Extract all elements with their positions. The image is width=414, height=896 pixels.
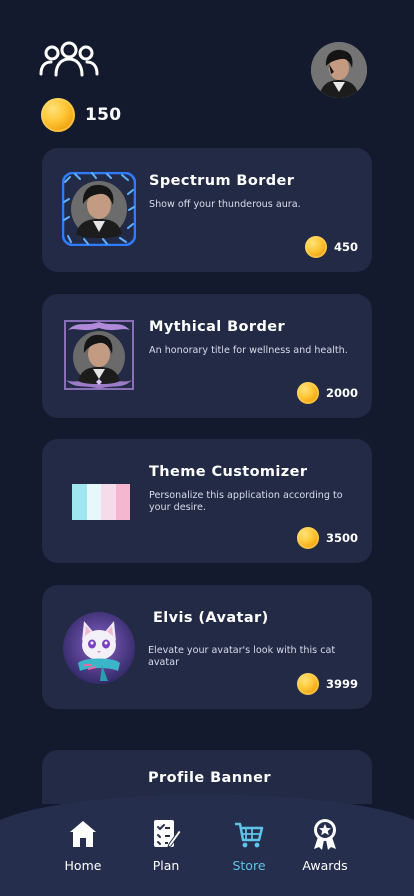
item-price[interactable]: 3999 bbox=[296, 673, 358, 695]
store-screen: 150 Spectrum Border Show off your thunde… bbox=[0, 0, 414, 896]
award-icon bbox=[314, 819, 336, 850]
coin-icon bbox=[296, 673, 319, 695]
swatch-color bbox=[115, 484, 130, 520]
item-price-value: 3999 bbox=[325, 677, 358, 691]
swatch-color bbox=[72, 484, 87, 520]
item-price[interactable]: 450 bbox=[304, 236, 358, 258]
item-price-value: 450 bbox=[333, 240, 358, 254]
nav-label: Awards bbox=[302, 858, 348, 873]
item-title: Mythical Border bbox=[149, 319, 286, 335]
swatch-color bbox=[86, 484, 101, 520]
nav-label: Store bbox=[232, 858, 266, 873]
item-price[interactable]: 2000 bbox=[296, 382, 358, 404]
swatch-color bbox=[101, 484, 116, 520]
nav-home[interactable]: Home bbox=[50, 818, 116, 876]
coin-balance-value: 150 bbox=[85, 105, 122, 125]
store-items-list[interactable]: Spectrum Border Show off your thunderous… bbox=[42, 148, 372, 804]
item-title: Elvis (Avatar) bbox=[153, 610, 269, 626]
mythical-border-avatar bbox=[62, 318, 136, 392]
coin-icon bbox=[296, 382, 319, 404]
coin-icon bbox=[304, 236, 327, 258]
item-price[interactable]: 3500 bbox=[296, 527, 358, 549]
item-title: Spectrum Border bbox=[149, 173, 295, 189]
coin-icon bbox=[296, 527, 319, 549]
store-item-card[interactable]: Spectrum Border Show off your thunderous… bbox=[42, 148, 372, 272]
nav-label: Plan bbox=[152, 858, 180, 873]
plan-icon bbox=[154, 820, 181, 848]
group-icon[interactable] bbox=[38, 40, 100, 78]
item-description: Show off your thunderous aura. bbox=[149, 199, 301, 210]
item-title: Theme Customizer bbox=[149, 464, 308, 480]
nav-awards[interactable]: Awards bbox=[292, 818, 358, 876]
profile-avatar[interactable] bbox=[311, 42, 367, 98]
store-item-card[interactable]: Elvis (Avatar) Elevate your avatar's loo… bbox=[42, 585, 372, 709]
item-price-value: 3500 bbox=[325, 531, 358, 545]
item-description: Elevate your avatar's look with this cat… bbox=[148, 645, 336, 668]
theme-swatch bbox=[72, 484, 130, 520]
coin-icon bbox=[41, 98, 75, 132]
store-item-card[interactable]: Theme Customizer Personalize this applic… bbox=[42, 439, 372, 563]
home-icon bbox=[70, 821, 96, 847]
coin-balance: 150 bbox=[41, 98, 121, 132]
item-description: An honorary title for wellness and healt… bbox=[149, 345, 348, 356]
item-description: Personalize this application according t… bbox=[149, 490, 343, 513]
nav-plan[interactable]: Plan bbox=[133, 818, 199, 876]
nav-store[interactable]: Store bbox=[216, 818, 282, 876]
cart-icon bbox=[235, 822, 264, 848]
store-item-card[interactable]: Mythical Border An honorary title for we… bbox=[42, 294, 372, 418]
nav-label: Home bbox=[64, 858, 102, 873]
spectrum-border-avatar bbox=[61, 171, 137, 247]
cat-avatar bbox=[62, 611, 136, 685]
bottom-nav: Home Plan Store Awards bbox=[0, 778, 414, 896]
item-price-value: 2000 bbox=[325, 386, 358, 400]
